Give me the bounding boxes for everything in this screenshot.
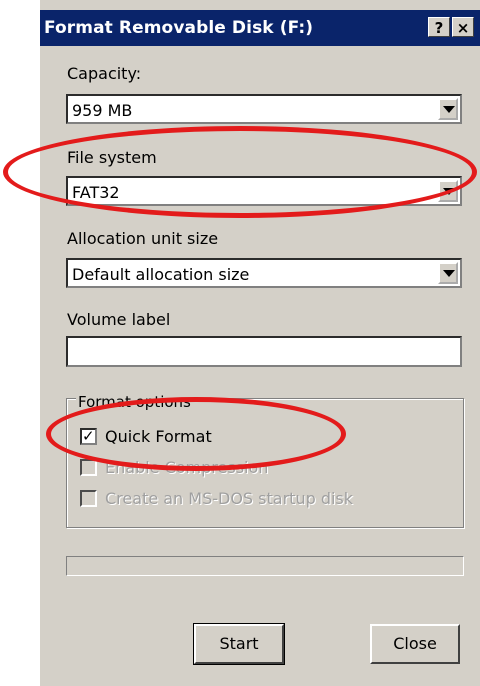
volume-label-label: Volume label — [67, 310, 171, 329]
start-button[interactable]: Start — [193, 623, 285, 665]
format-progress-bar — [66, 556, 464, 576]
msdos-startup-checkbox — [80, 490, 97, 507]
close-window-button[interactable]: × — [452, 17, 474, 37]
format-options-title: Format options — [76, 393, 193, 411]
capacity-select[interactable]: 959 MB — [66, 94, 462, 124]
enable-compression-checkbox — [80, 459, 97, 476]
enable-compression-label: Enable Compression — [105, 458, 269, 477]
file-system-value: FAT32 — [72, 183, 120, 202]
volume-label-input[interactable] — [66, 336, 462, 367]
allocation-unit-select[interactable]: Default allocation size — [66, 258, 462, 288]
quick-format-checkbox[interactable]: ✓ — [80, 427, 97, 445]
checkmark-icon: ✓ — [82, 427, 95, 445]
file-system-label: File system — [67, 148, 157, 167]
chevron-down-icon[interactable] — [438, 180, 458, 202]
allocation-unit-value: Default allocation size — [72, 265, 250, 284]
chevron-down-icon[interactable] — [438, 98, 458, 120]
quick-format-label: Quick Format — [105, 427, 212, 446]
chevron-down-icon[interactable] — [438, 262, 458, 284]
help-button[interactable]: ? — [428, 17, 450, 37]
capacity-value: 959 MB — [72, 101, 133, 120]
window-title: Format Removable Disk (F:) — [44, 18, 314, 38]
allocation-unit-label: Allocation unit size — [67, 229, 219, 248]
format-dialog: Format Removable Disk (F:) ? × Capacity:… — [40, 0, 480, 686]
title-bar[interactable]: Format Removable Disk (F:) ? × — [40, 10, 480, 46]
file-system-select[interactable]: FAT32 — [66, 176, 462, 206]
msdos-startup-label: Create an MS-DOS startup disk — [105, 489, 354, 508]
close-button[interactable]: Close — [370, 624, 460, 664]
capacity-label: Capacity: — [67, 64, 142, 83]
